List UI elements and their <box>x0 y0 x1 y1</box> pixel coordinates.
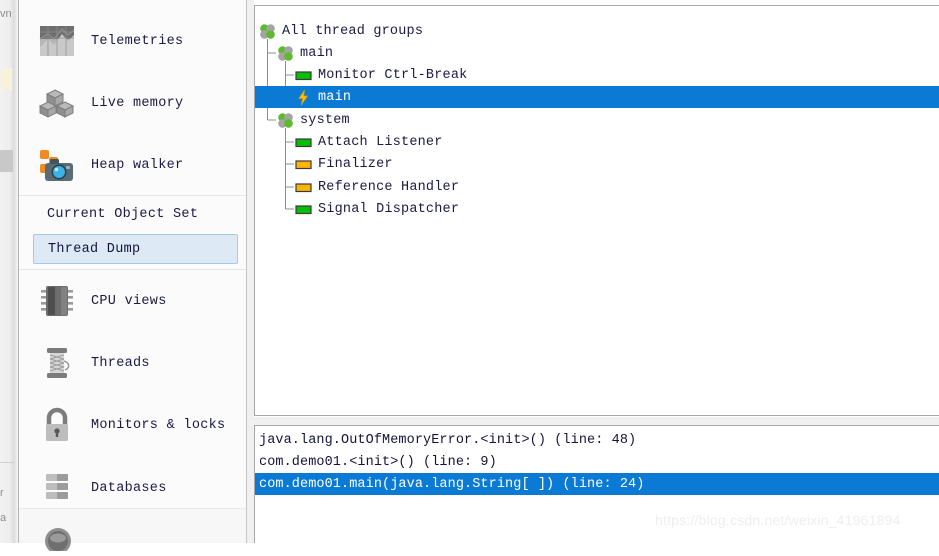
panel-splitter[interactable] <box>254 417 939 425</box>
tree-row-label: system <box>300 112 350 128</box>
tree-row-label: Finalizer <box>318 156 393 172</box>
tree-row[interactable]: All thread groups <box>255 20 939 42</box>
sidebar-item-monitors-locks[interactable]: Monitors & locks <box>19 396 246 454</box>
bleed-fragment-mid: r <box>0 487 4 499</box>
tree-row-selected[interactable]: main <box>255 86 939 108</box>
sidebar-item-threads[interactable]: Threads <box>19 334 246 392</box>
sidebar: Telemetries Live memory Heap walker Curr… <box>19 0 246 554</box>
sidebar-bottom-band <box>19 508 246 554</box>
bleed-gray-block <box>0 150 13 172</box>
background-bleed-strip: vn r a <box>0 0 18 543</box>
bleed-divider-1 <box>0 462 14 463</box>
tree-row-label: Monitor Ctrl-Break <box>318 67 468 83</box>
sidebar-item-label: Telemetries <box>91 33 184 49</box>
sidebar-item-heap-walker[interactable]: Heap walker <box>19 136 246 194</box>
tree-row[interactable]: Signal Dispatcher <box>255 198 939 220</box>
stack-trace-row-selected[interactable]: com.demo01.main(java.lang.String[ ]) (li… <box>255 473 939 495</box>
sidebar-item-current-object-set[interactable]: Current Object Set <box>19 199 246 229</box>
stack-trace-row[interactable]: com.demo01.<init>() (line: 9) <box>255 451 939 473</box>
thread-group-icon <box>277 112 294 129</box>
tree-row[interactable]: main <box>255 42 939 64</box>
sidebar-separator <box>19 269 246 270</box>
tree-row[interactable]: Reference Handler <box>255 176 939 198</box>
threads-icon <box>35 341 79 385</box>
stack-trace-text: com.demo01.main(java.lang.String[ ]) (li… <box>259 476 645 492</box>
thread-runnable-icon <box>295 134 312 151</box>
sidebar-item-cpu-views[interactable]: CPU views <box>19 272 246 330</box>
sidebar-item-live-memory[interactable]: Live memory <box>19 74 246 132</box>
tree-row[interactable]: Attach Listener <box>255 131 939 153</box>
thread-waiting-icon <box>295 179 312 196</box>
live-memory-icon <box>35 81 79 125</box>
tree-row-label: Reference Handler <box>318 179 460 195</box>
thread-runnable-icon <box>295 67 312 84</box>
thread-group-tree-panel[interactable]: All thread groups main Monitor Ctrl-Brea… <box>254 5 939 416</box>
thread-group-tree: All thread groups main Monitor Ctrl-Brea… <box>255 6 939 415</box>
tree-row-label: Attach Listener <box>318 134 443 150</box>
tree-row-label: main <box>318 89 352 105</box>
stack-trace-row[interactable]: java.lang.OutOfMemoryError.<init>() (lin… <box>255 429 939 451</box>
thread-runnable-icon <box>295 201 312 218</box>
sidebar-item-label: Thread Dump <box>48 241 141 257</box>
sidebar-item-thread-dump[interactable]: Thread Dump <box>33 234 238 264</box>
sidebar-item-label: Databases <box>91 480 167 496</box>
bleed-yellow-block <box>2 68 12 90</box>
tree-row-label: Signal Dispatcher <box>318 201 460 217</box>
sidebar-item-label: Current Object Set <box>47 206 199 222</box>
thread-group-icon <box>259 23 276 40</box>
sidebar-item-label: Threads <box>91 355 150 371</box>
tree-row-label: main <box>300 45 334 61</box>
sidebar-item-label: Heap walker <box>91 157 184 173</box>
sidebar-separator <box>19 195 246 196</box>
sidebar-gap <box>247 0 254 543</box>
bleed-fragment-bottom: a <box>0 512 7 524</box>
tree-row-label: All thread groups <box>282 23 424 39</box>
sidebar-item-label: Monitors & locks <box>91 417 226 433</box>
tree-row[interactable]: Finalizer <box>255 153 939 175</box>
sidebar-item-label: CPU views <box>91 293 167 309</box>
tree-row[interactable]: Monitor Ctrl-Break <box>255 64 939 86</box>
tree-row[interactable]: system <box>255 109 939 131</box>
jprofiler-window: Telemetries Live memory Heap walker Curr… <box>18 0 939 554</box>
sidebar-item-label: Live memory <box>91 95 184 111</box>
telemetries-icon <box>35 19 79 63</box>
sidebar-item-telemetries[interactable]: Telemetries <box>19 12 246 70</box>
stack-trace-text: com.demo01.<init>() (line: 9) <box>259 454 497 470</box>
thread-running-icon <box>295 89 312 106</box>
heap-walker-icon <box>35 143 79 187</box>
thread-group-icon <box>277 45 294 62</box>
jee-probes-icon <box>41 517 75 556</box>
bleed-fragment-top: vn <box>0 8 12 20</box>
cpu-views-icon <box>35 279 79 323</box>
monitors-locks-icon <box>35 403 79 447</box>
stack-trace-text: java.lang.OutOfMemoryError.<init>() (lin… <box>259 432 637 448</box>
watermark: https://blog.csdn.net/weixin_41961894 <box>655 512 901 528</box>
databases-icon <box>35 466 79 510</box>
thread-waiting-icon <box>295 156 312 173</box>
